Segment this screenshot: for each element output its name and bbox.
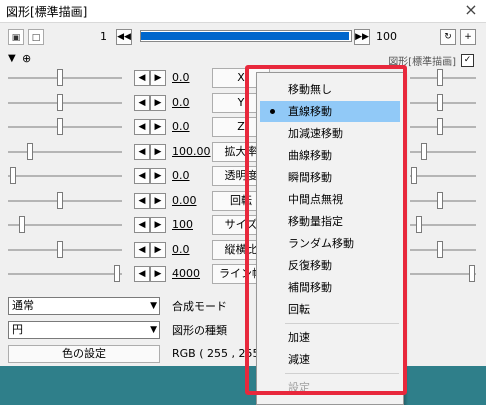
slider-track: [8, 150, 122, 153]
slider-track-right: [410, 101, 476, 104]
param-row: ◀ ▶ 100.00 拡大率: [0, 140, 486, 164]
slider-thumb-right[interactable]: [437, 191, 443, 209]
slider-thumb-right[interactable]: [411, 167, 418, 184]
increment-button[interactable]: ▶: [150, 217, 166, 233]
slider-track: [8, 77, 122, 79]
slider-thumb-right[interactable]: [437, 69, 443, 86]
slider-thumb-right[interactable]: [468, 265, 475, 282]
slider-thumb[interactable]: [56, 93, 63, 111]
increment-button[interactable]: ▶: [150, 70, 166, 86]
slider-thumb[interactable]: [56, 191, 63, 209]
slider-track-right: [410, 175, 476, 177]
decrement-button[interactable]: ◀: [134, 266, 150, 282]
frame-start: 1: [100, 30, 107, 43]
slider-track-right: [410, 273, 476, 275]
blend-mode-label: 合成モード: [172, 300, 227, 313]
close-button[interactable]: ×: [456, 0, 486, 22]
timeline-fill: [141, 32, 349, 40]
slider-thumb-right[interactable]: [420, 142, 427, 160]
param-value[interactable]: 0.00: [172, 194, 197, 207]
highlight-annotation: [245, 65, 407, 395]
param-row: ◀ ▶ 0.0 Y: [0, 91, 486, 115]
window-title: 図形[標準描画]: [6, 5, 88, 19]
decrement-button[interactable]: ◀: [134, 241, 150, 258]
decrement-button[interactable]: ◀: [134, 168, 150, 184]
decrement-button[interactable]: ◀: [134, 192, 150, 209]
slider-track: [8, 248, 122, 251]
slider-track-right: [410, 77, 476, 79]
param-row: ◀ ▶ 0.0 Z: [0, 115, 486, 139]
param-value[interactable]: 0.0: [172, 169, 190, 182]
add-icon[interactable]: +: [460, 29, 476, 45]
slider-thumb[interactable]: [56, 240, 63, 258]
decrement-button[interactable]: ◀: [134, 70, 150, 86]
param-value[interactable]: 0.0: [172, 96, 190, 109]
screen-icon[interactable]: □: [28, 29, 44, 45]
slider-thumb-right[interactable]: [437, 118, 443, 135]
slider-thumb[interactable]: [56, 118, 63, 135]
param-row: ◀ ▶ 0.00 回転: [0, 189, 486, 213]
slider-track: [8, 101, 122, 104]
increment-button[interactable]: ▶: [150, 94, 166, 111]
slider-track: [8, 273, 122, 275]
slider-thumb-right[interactable]: [437, 240, 443, 258]
param-row: ◀ ▶ 100 サイズ: [0, 213, 486, 237]
timeline-bar[interactable]: [140, 30, 352, 42]
slider-track-right: [410, 126, 476, 128]
title-bar: 図形[標準描画] ×: [0, 0, 486, 23]
slider-thumb[interactable]: [10, 167, 17, 184]
decrement-button[interactable]: ◀: [134, 119, 150, 135]
increment-button[interactable]: ▶: [150, 119, 166, 135]
decrement-button[interactable]: ◀: [134, 143, 150, 160]
param-row: ◀ ▶ 0.0 縦横比: [0, 238, 486, 262]
increment-button[interactable]: ▶: [150, 143, 166, 160]
slider-track-right: [410, 199, 476, 202]
decrement-button[interactable]: ◀: [134, 94, 150, 111]
param-value[interactable]: 0.0: [172, 71, 190, 84]
chevron-down-icon: ▼: [150, 325, 157, 335]
color-settings-button[interactable]: 色の設定: [8, 345, 160, 363]
next-frame-button[interactable]: ▶▶: [354, 29, 370, 45]
slider-track: [8, 224, 122, 226]
frame-end: 100: [376, 30, 397, 43]
mouse-icon: ⊕: [22, 52, 32, 65]
slider-track-right: [410, 248, 476, 251]
slider-track: [8, 126, 122, 128]
slider-thumb-right[interactable]: [437, 93, 443, 111]
increment-button[interactable]: ▶: [150, 266, 166, 282]
slider-thumb[interactable]: [18, 216, 25, 233]
slider-thumb-right[interactable]: [416, 216, 422, 233]
shape-type-value: 円: [12, 323, 23, 336]
increment-button[interactable]: ▶: [150, 192, 166, 209]
prev-frame-button[interactable]: ◀◀: [116, 29, 132, 45]
collapse-icon[interactable]: ▼: [8, 53, 16, 64]
chevron-down-icon: ▼: [150, 301, 157, 311]
param-row: ◀ ▶ 4000 ライン幅: [0, 262, 486, 286]
increment-button[interactable]: ▶: [150, 241, 166, 258]
object-settings-window: 図形[標準描画] × ▣ □ 1 ◀◀ ▶▶ 100 ↻ + ▼ ⊕ 図形[標準…: [0, 0, 486, 366]
slider-track: [8, 175, 122, 177]
param-value[interactable]: 0.0: [172, 120, 190, 133]
slider-thumb[interactable]: [113, 265, 120, 282]
slider-thumb[interactable]: [27, 142, 34, 160]
shape-type-select[interactable]: 円 ▼: [8, 321, 160, 339]
shape-type-label: 図形の種類: [172, 324, 227, 337]
decrement-button[interactable]: ◀: [134, 217, 150, 233]
blend-mode-value: 通常: [12, 299, 34, 312]
refresh-icon[interactable]: ↻: [440, 29, 456, 45]
param-row: ◀ ▶ 0.0 透明度: [0, 164, 486, 188]
param-value[interactable]: 100: [172, 218, 193, 231]
param-value[interactable]: 100.00: [172, 145, 211, 158]
blend-mode-select[interactable]: 通常 ▼: [8, 297, 160, 315]
param-value[interactable]: 4000: [172, 267, 200, 280]
slider-thumb[interactable]: [56, 69, 63, 86]
increment-button[interactable]: ▶: [150, 168, 166, 184]
param-value[interactable]: 0.0: [172, 243, 190, 256]
camera-icon[interactable]: ▣: [8, 29, 24, 45]
slider-track: [8, 199, 122, 202]
param-row: ◀ ▶ 0.0 X: [0, 66, 486, 90]
